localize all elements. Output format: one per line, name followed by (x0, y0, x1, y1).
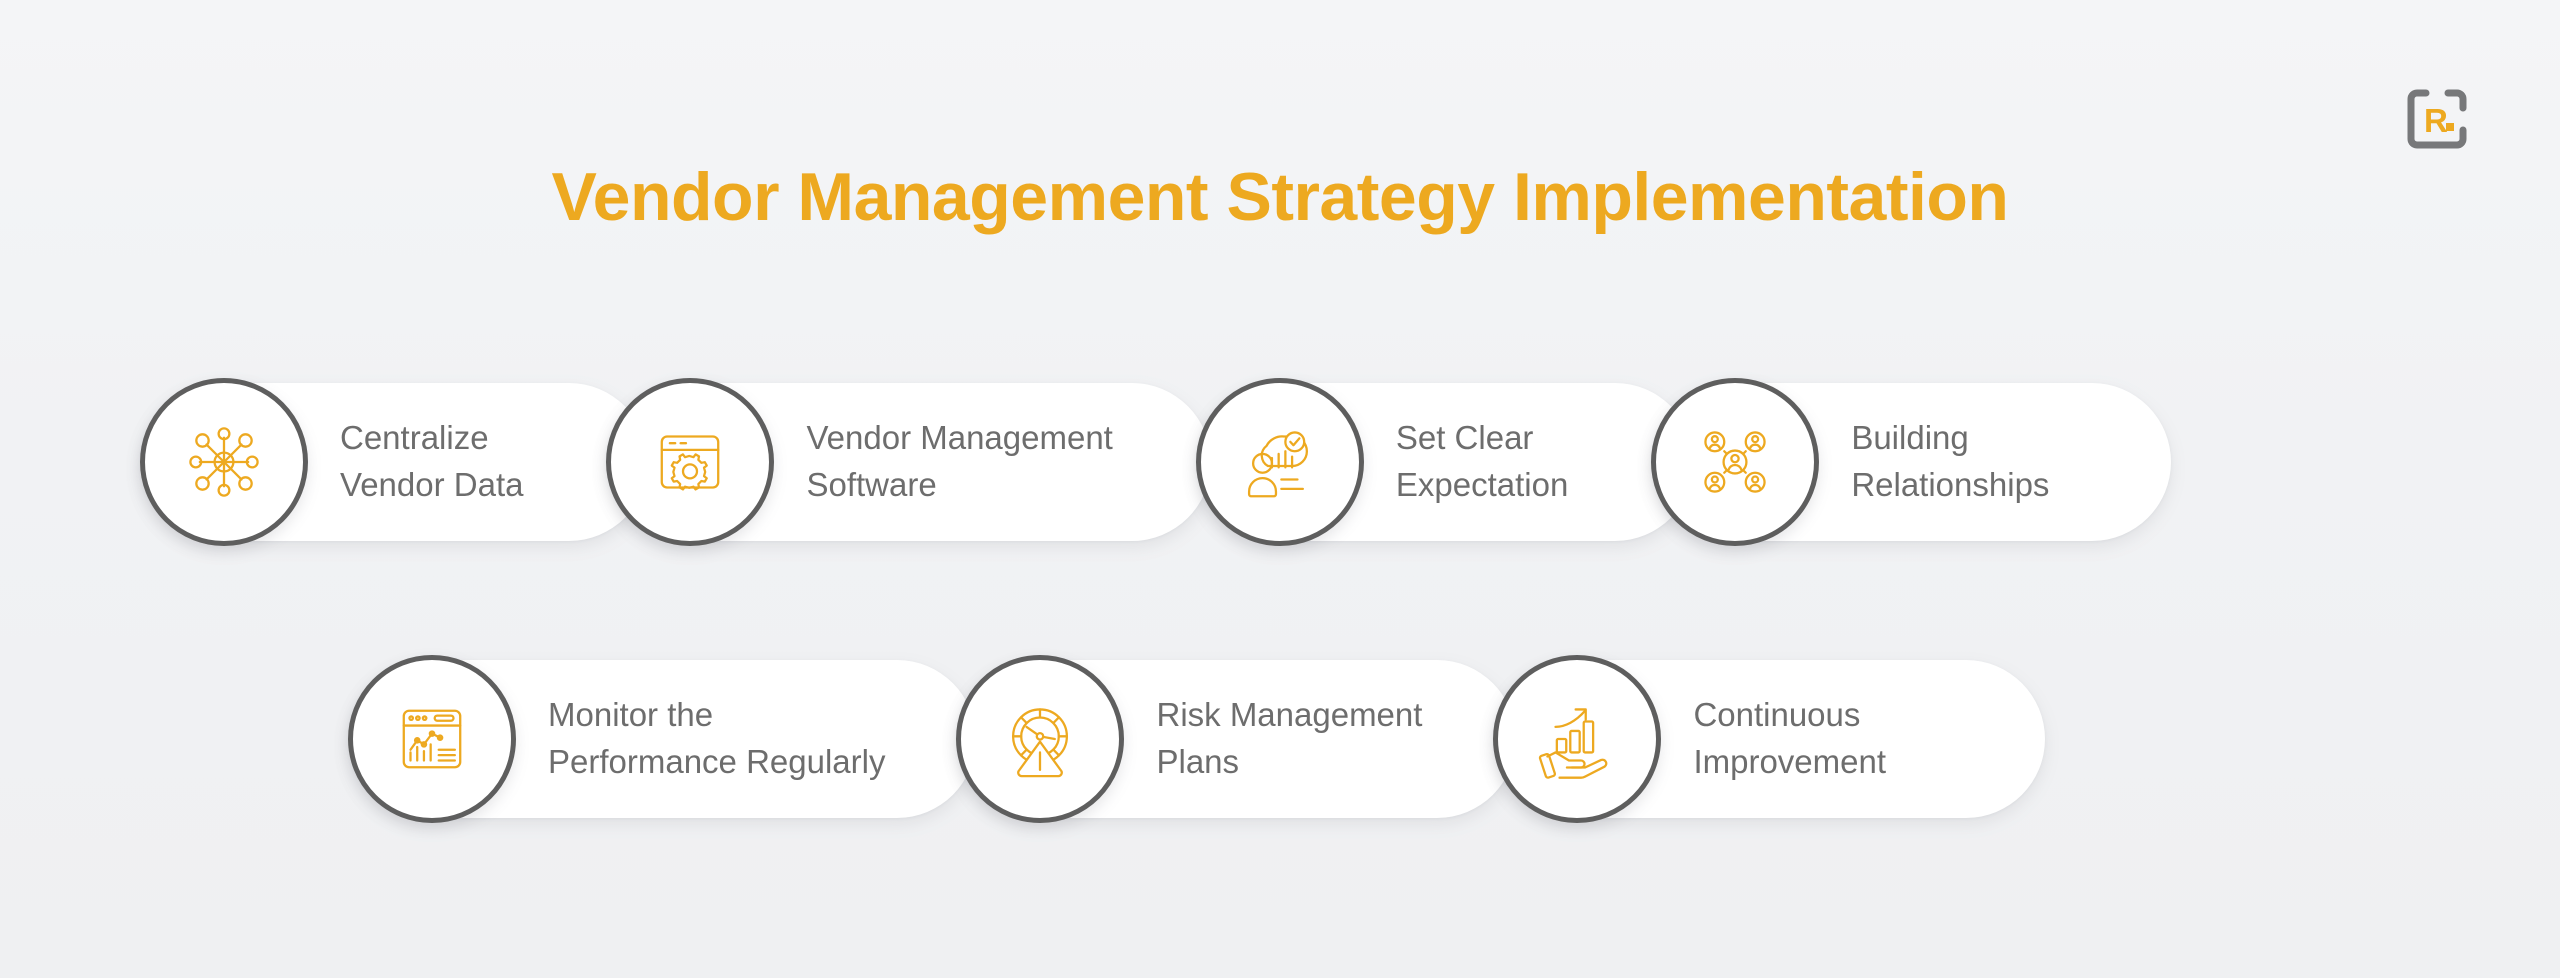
brand-logo: R (2406, 88, 2468, 150)
card-continuous-improvement[interactable]: Continuous Improvement (1493, 655, 2046, 823)
people-network-icon (1704, 431, 1767, 493)
card-monitor-performance[interactable]: Monitor the Performance Regularly (348, 655, 976, 823)
brand-logo-dot (2446, 123, 2454, 131)
brand-logo-mark: R (2407, 89, 2467, 149)
card-icon-circle (1493, 655, 1662, 823)
card-risk-management-plans[interactable]: Risk Management Plans (956, 655, 1517, 823)
card-label: Building Relationships (1851, 419, 2050, 503)
card-row-2: Monitor the Performance Regularly Risk M… (348, 655, 2046, 823)
card-vendor-management-software[interactable]: Vendor Management Software (606, 378, 1212, 546)
card-label: Monitor the Performance Regularly (548, 696, 886, 780)
card-building-relationships[interactable]: Building Relationships (1651, 378, 2172, 546)
card-icon-circle (140, 378, 308, 546)
hand-growth-chart-icon (1539, 708, 1608, 779)
person-chart-check-icon (1247, 431, 1308, 498)
card-icon-circle (1651, 378, 1820, 546)
card-label: Risk Management Plans (1156, 696, 1423, 780)
browser-analytics-icon (402, 709, 462, 769)
card-label: Set Clear Expectation (1395, 419, 1569, 503)
brand-logo-letter: R (2424, 102, 2448, 139)
card-centralize-vendor-data[interactable]: Centralize Vendor Data (140, 378, 648, 546)
card-icon-circle (956, 655, 1125, 823)
card-label: Centralize Vendor Data (340, 419, 524, 503)
card-icon-circle (348, 655, 516, 823)
risk-gauge-warning-icon (1012, 708, 1069, 778)
card-row-1: Centralize Vendor Data Vendor Management… (140, 378, 2172, 546)
browser-gear-icon (661, 435, 720, 491)
card-label: Continuous Improvement (1693, 696, 1887, 780)
page-title: Vendor Management Strategy Implementatio… (551, 159, 2009, 235)
card-icon-circle (606, 378, 775, 546)
card-label: Vendor Management Software (806, 419, 1113, 503)
slide-canvas: R Vendor Management Strategy Implementat… (0, 0, 2560, 978)
card-icon-circle (1195, 378, 1364, 546)
card-set-clear-expectation[interactable]: Set Clear Expectation (1195, 378, 1694, 546)
network-hub-icon (189, 427, 259, 497)
